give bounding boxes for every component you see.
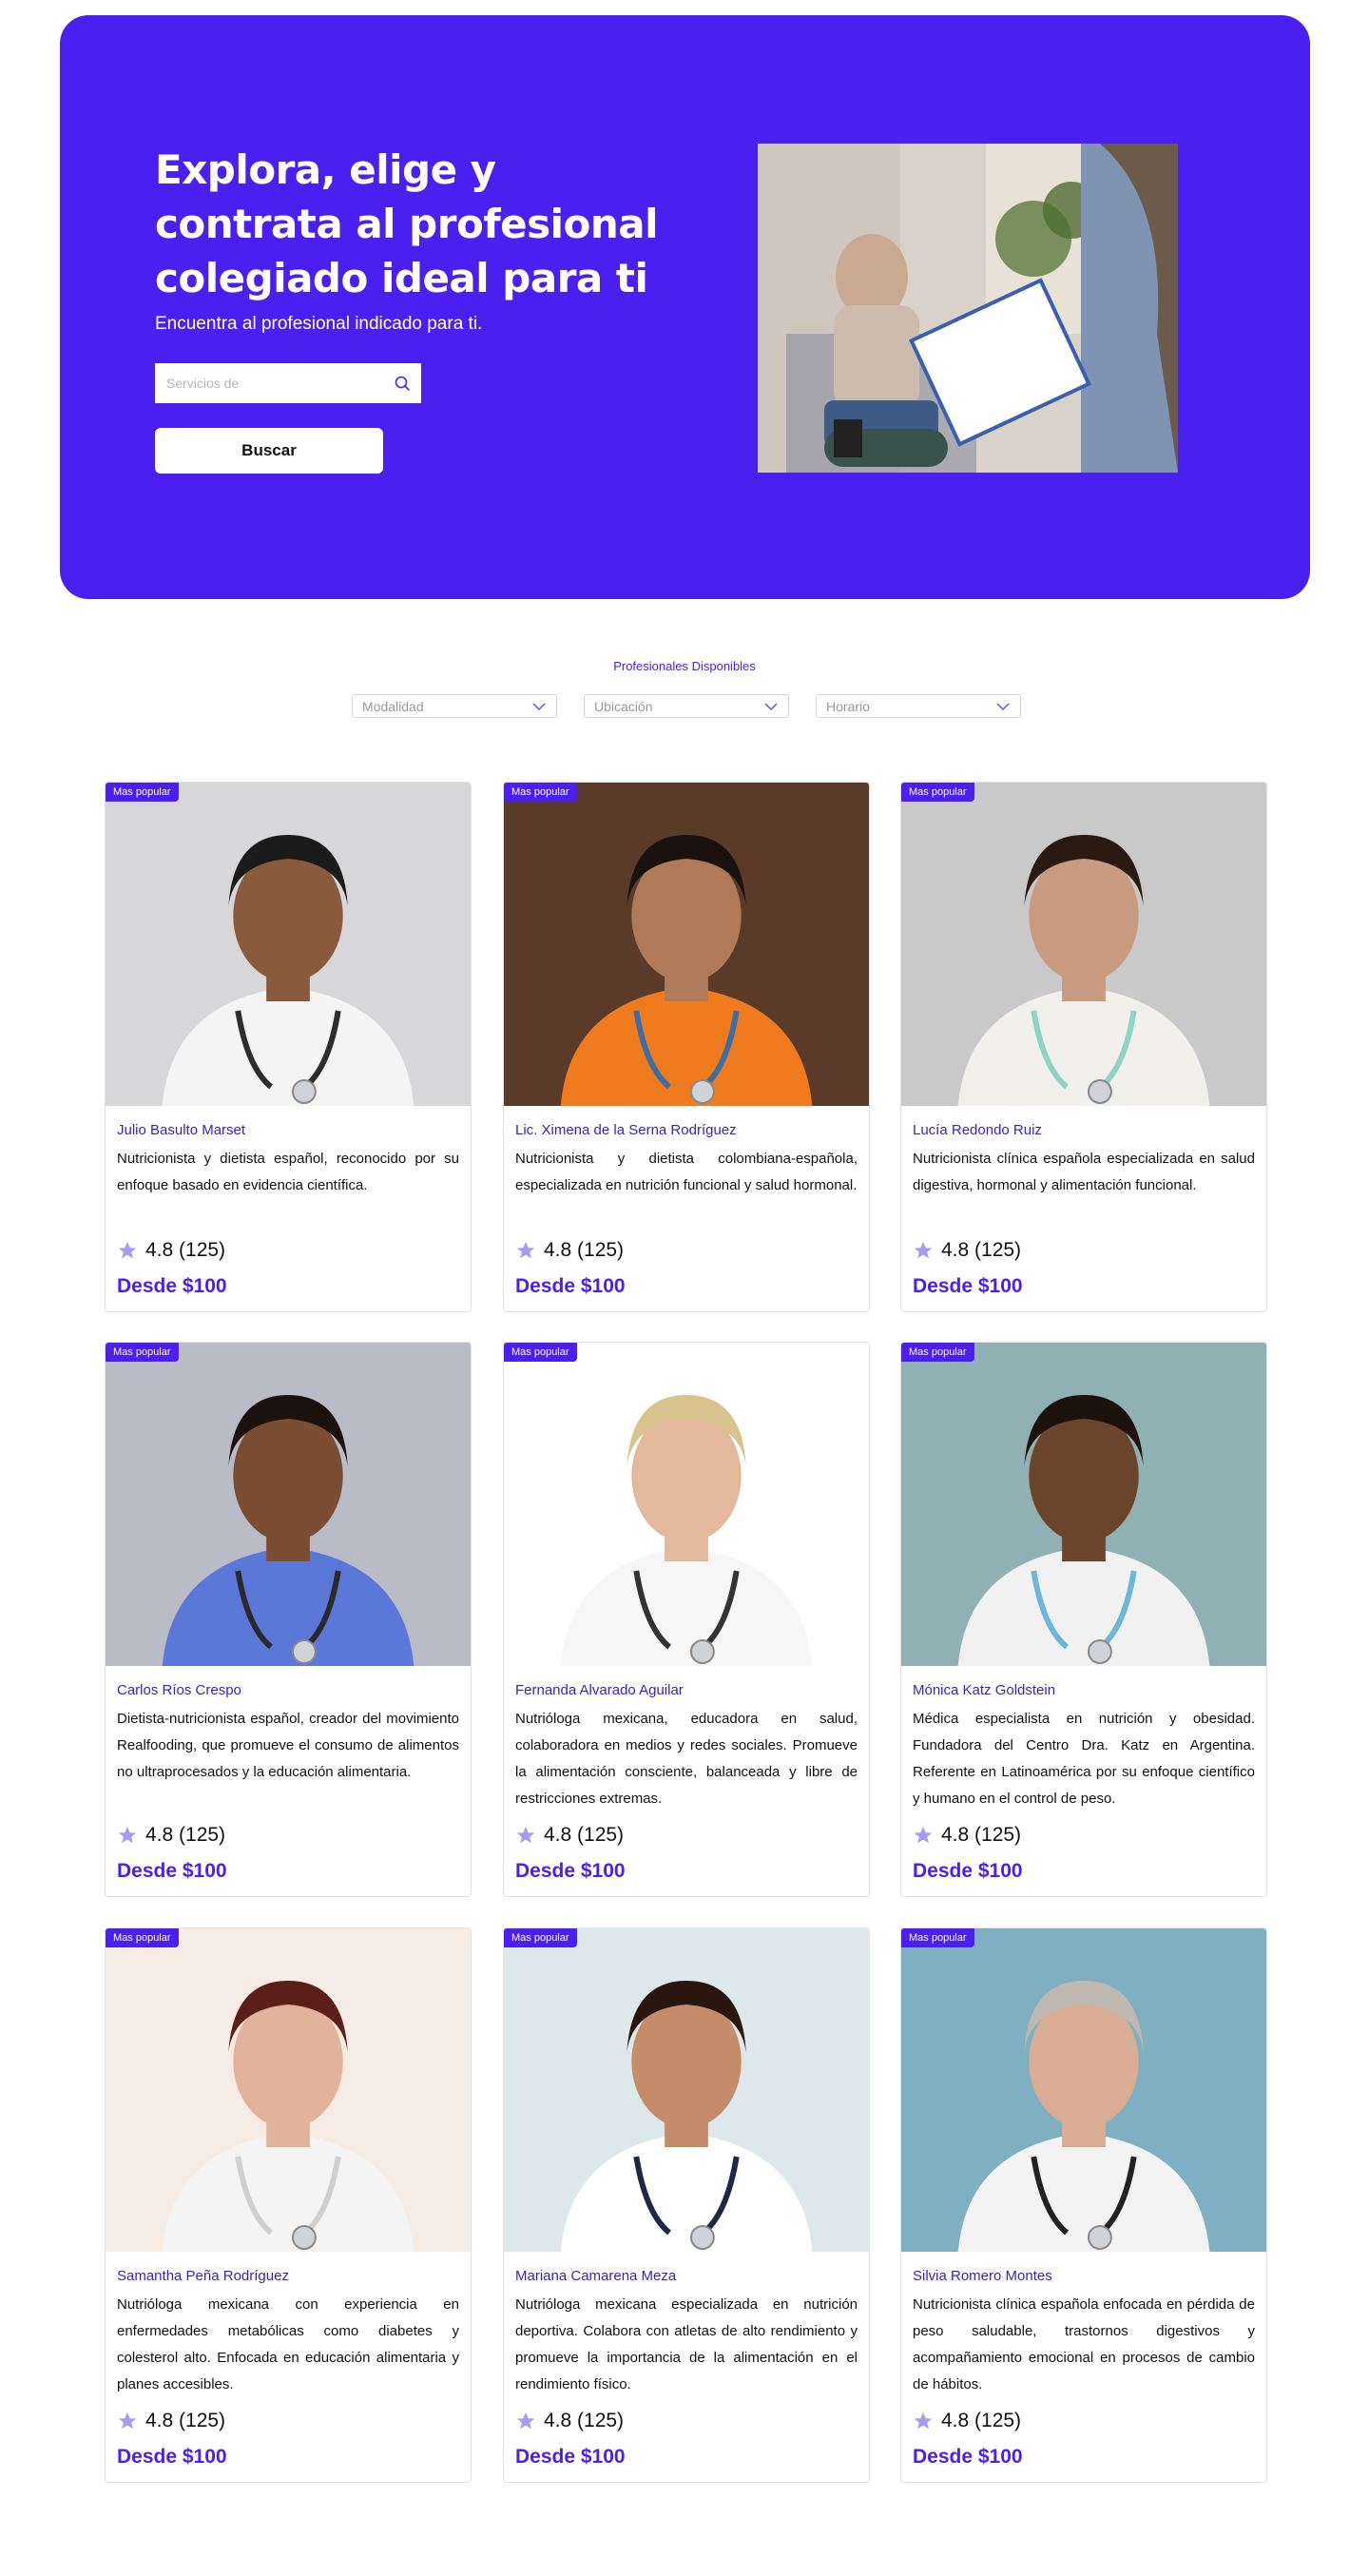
rating: 4.8 (125) — [913, 2410, 1021, 2432]
price: Desde $100 — [913, 1860, 1023, 1882]
star-icon — [516, 2411, 535, 2430]
star-icon — [118, 1826, 137, 1844]
star-icon — [516, 1826, 535, 1844]
star-icon — [516, 1241, 535, 1259]
search-button[interactable]: Buscar — [155, 428, 383, 474]
professional-name[interactable]: Mónica Katz Goldstein — [913, 1681, 1255, 1700]
price: Desde $100 — [117, 1860, 227, 1882]
available-professionals-title: Profesionales Disponibles — [613, 659, 756, 673]
horario-select[interactable]: Horario — [816, 694, 1021, 718]
popular-badge: Mas popular — [106, 1343, 179, 1362]
rating: 4.8 (125) — [515, 2410, 624, 2432]
professional-card[interactable]: Mas popular Samantha Peña Rodríguez Nutr… — [105, 1927, 472, 2483]
rating-value: 4.8 (125) — [941, 1239, 1022, 1261]
professional-card[interactable]: Mas popular Carlos Ríos Crespo Dietista-… — [105, 1342, 472, 1897]
rating: 4.8 (125) — [515, 1824, 624, 1847]
price: Desde $100 — [913, 2446, 1023, 2468]
professional-name[interactable]: Julio Basulto Marset — [117, 1121, 459, 1140]
professional-name[interactable]: Silvia Romero Montes — [913, 2267, 1255, 2286]
professional-name[interactable]: Carlos Ríos Crespo — [117, 1681, 459, 1700]
hero-photo — [758, 144, 1178, 473]
rating-value: 4.8 (125) — [941, 1824, 1022, 1846]
professional-card[interactable]: Mas popular Mónica Katz Goldstein Médica… — [900, 1342, 1267, 1897]
popular-badge: Mas popular — [106, 783, 179, 802]
star-icon — [118, 1241, 137, 1259]
professional-photo: Mas popular — [901, 783, 1266, 1106]
professional-photo: Mas popular — [901, 1343, 1266, 1666]
chevron-down-icon — [764, 702, 778, 710]
popular-badge: Mas popular — [504, 1928, 577, 1947]
professional-photo: Mas popular — [504, 1343, 869, 1666]
professional-description: Médica especialista en nutrición y obesi… — [913, 1711, 1255, 1807]
ubicacion-select[interactable]: Ubicación — [584, 694, 789, 718]
hero-banner: Explora, elige y contrata al profesional… — [60, 15, 1310, 599]
hero-subtitle: Encuentra al profesional indicado para t… — [155, 314, 483, 334]
professional-card[interactable]: Mas popular Silvia Romero Montes Nutrici… — [900, 1927, 1267, 2483]
price: Desde $100 — [117, 2446, 227, 2468]
professional-description: Nutrióloga mexicana con experiencia en e… — [117, 2296, 459, 2392]
chevron-down-icon — [532, 702, 546, 710]
professional-photo: Mas popular — [106, 783, 471, 1106]
search-field[interactable] — [155, 363, 421, 403]
modalidad-select[interactable]: Modalidad — [352, 694, 557, 718]
rating-value: 4.8 (125) — [145, 1824, 226, 1846]
chevron-down-icon — [996, 702, 1010, 710]
rating: 4.8 (125) — [913, 1824, 1021, 1847]
hero-title: Explora, elige y contrata al profesional… — [155, 146, 658, 301]
ubicacion-label: Ubicación — [594, 698, 653, 714]
rating-value: 4.8 (125) — [544, 1239, 625, 1261]
professional-photo: Mas popular — [504, 1928, 869, 2252]
price: Desde $100 — [515, 1275, 626, 1297]
popular-badge: Mas popular — [901, 1928, 974, 1947]
search-icon[interactable] — [393, 374, 412, 393]
professional-card[interactable]: Mas popular Lucía Redondo Ruiz Nutricion… — [900, 782, 1267, 1312]
star-icon — [914, 1241, 933, 1259]
professional-card[interactable]: Mas popular Fernanda Alvarado Aguilar Nu… — [503, 1342, 870, 1897]
professional-description: Nutricionista y dietista colombiana-espa… — [515, 1151, 858, 1193]
rating: 4.8 (125) — [515, 1239, 624, 1262]
professional-photo: Mas popular — [504, 783, 869, 1106]
rating: 4.8 (125) — [117, 1239, 225, 1262]
professional-name[interactable]: Mariana Camarena Meza — [515, 2267, 858, 2286]
popular-badge: Mas popular — [504, 1343, 577, 1362]
professional-card[interactable]: Mas popular Lic. Ximena de la Serna Rodr… — [503, 782, 870, 1312]
price: Desde $100 — [117, 1275, 227, 1297]
popular-badge: Mas popular — [504, 783, 577, 802]
professional-description: Nutricionista clínica española enfocada … — [913, 2296, 1255, 2392]
professional-description: Nutricionista clínica española especiali… — [913, 1151, 1255, 1193]
rating-value: 4.8 (125) — [145, 1239, 226, 1261]
professional-photo: Mas popular — [901, 1928, 1266, 2252]
price: Desde $100 — [515, 1860, 626, 1882]
professional-photo: Mas popular — [106, 1343, 471, 1666]
professional-name[interactable]: Lucía Redondo Ruiz — [913, 1121, 1255, 1140]
professional-card[interactable]: Mas popular Mariana Camarena Meza Nutrió… — [503, 1927, 870, 2483]
star-icon — [914, 1826, 933, 1844]
professional-description: Nutrióloga mexicana, educadora en salud,… — [515, 1711, 858, 1807]
modalidad-label: Modalidad — [362, 698, 424, 714]
horario-label: Horario — [826, 698, 870, 714]
star-icon — [914, 2411, 933, 2430]
price: Desde $100 — [515, 2446, 626, 2468]
professional-card[interactable]: Mas popular Julio Basulto Marset Nutrici… — [105, 782, 472, 1312]
price: Desde $100 — [913, 1275, 1023, 1297]
rating: 4.8 (125) — [117, 1824, 225, 1847]
rating: 4.8 (125) — [913, 1239, 1021, 1262]
popular-badge: Mas popular — [901, 1343, 974, 1362]
rating-value: 4.8 (125) — [544, 1824, 625, 1846]
professional-name[interactable]: Lic. Ximena de la Serna Rodríguez — [515, 1121, 858, 1140]
search-input[interactable] — [155, 363, 393, 403]
popular-badge: Mas popular — [901, 783, 974, 802]
rating-value: 4.8 (125) — [941, 2410, 1022, 2431]
professional-name[interactable]: Fernanda Alvarado Aguilar — [515, 1681, 858, 1700]
professional-photo: Mas popular — [106, 1928, 471, 2252]
rating-value: 4.8 (125) — [145, 2410, 226, 2431]
professional-description: Nutricionista y dietista español, recono… — [117, 1151, 459, 1193]
professional-description: Nutrióloga mexicana especializada en nut… — [515, 2296, 858, 2392]
rating: 4.8 (125) — [117, 2410, 225, 2432]
popular-badge: Mas popular — [106, 1928, 179, 1947]
star-icon — [118, 2411, 137, 2430]
professional-description: Dietista-nutricionista español, creador … — [117, 1711, 459, 1780]
rating-value: 4.8 (125) — [544, 2410, 625, 2431]
professional-name[interactable]: Samantha Peña Rodríguez — [117, 2267, 459, 2286]
